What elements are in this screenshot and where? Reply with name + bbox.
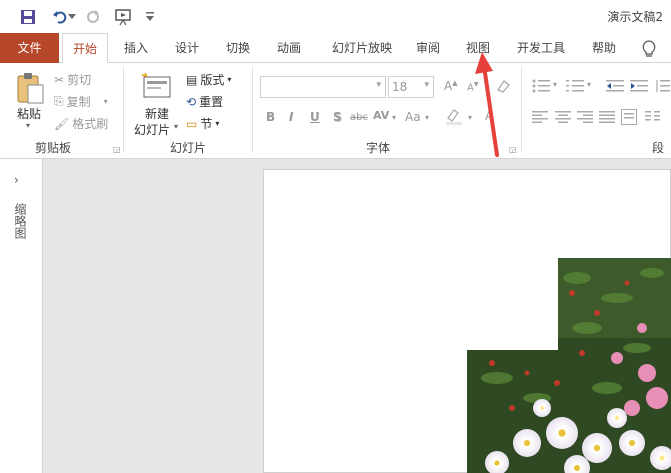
tab-slideshow[interactable]: 幻灯片放映	[322, 33, 402, 63]
bold-icon[interactable]: B	[266, 110, 275, 124]
distributed-icon[interactable]	[621, 109, 637, 128]
workspace: › 缩略图	[0, 159, 671, 473]
paste-button[interactable]: 粘贴	[17, 105, 41, 122]
slides-group-label: 幻灯片	[170, 141, 207, 155]
cut-button[interactable]: ✂ 剪切	[54, 71, 91, 88]
section-icon: ▭	[186, 116, 198, 131]
layout-button[interactable]: ▤ 版式 ▾	[186, 71, 231, 88]
reset-icon: ⟲	[186, 94, 197, 109]
tab-home[interactable]: 开始	[62, 33, 108, 64]
reset-button[interactable]: ⟲ 重置	[186, 93, 223, 110]
character-spacing-dropdown-icon[interactable]: ▾	[392, 113, 396, 122]
line-spacing-icon[interactable]	[656, 79, 670, 96]
group-divider	[123, 67, 124, 153]
align-right-icon[interactable]	[577, 111, 593, 126]
font-size-combo[interactable]: 18 ▾	[388, 76, 434, 98]
layout-dropdown-icon: ▾	[227, 75, 232, 84]
tab-insert[interactable]: 插入	[118, 33, 154, 63]
brush-icon: 🖌	[54, 116, 70, 131]
slide-canvas[interactable]	[263, 169, 671, 473]
save-icon[interactable]	[19, 8, 37, 26]
italic-icon[interactable]: I	[289, 110, 293, 124]
tab-animations[interactable]: 动画	[271, 33, 307, 63]
new-slide-icon[interactable]	[141, 71, 173, 104]
font-size-dropdown-icon[interactable]: ▾	[424, 80, 429, 90]
lightbulb-icon[interactable]	[640, 39, 658, 62]
font-name-dropdown-icon[interactable]: ▾	[376, 80, 381, 90]
justify-icon[interactable]	[599, 111, 615, 126]
tab-transitions[interactable]: 切换	[220, 33, 256, 63]
expand-thumbnails-icon[interactable]: ›	[14, 173, 19, 187]
bullets-icon[interactable]	[532, 79, 552, 96]
flower-photo[interactable]	[467, 258, 671, 473]
decrease-font-size-icon[interactable]: A▼	[467, 81, 478, 93]
increase-font-size-icon[interactable]: A▲	[444, 79, 458, 93]
paste-dropdown-icon[interactable]: ▾	[26, 121, 30, 130]
tab-help[interactable]: 帮助	[586, 33, 622, 63]
change-case-dropdown-icon[interactable]: ▾	[425, 113, 429, 122]
new-slide-label-line2[interactable]: 幻灯片	[134, 121, 170, 138]
document-title: 演示文稿2	[607, 10, 663, 24]
undo-dropdown-icon[interactable]	[67, 8, 77, 26]
ribbon: 粘贴 ▾ ✂ 剪切 ⎘ 复制 ▾ 🖌 格式刷 剪贴板 ◲ 新建 幻灯片 ▾ ▤ …	[0, 63, 671, 172]
new-slide-dropdown-icon[interactable]: ▾	[174, 122, 178, 131]
font-launcher-icon[interactable]: ◲	[509, 145, 517, 154]
decrease-indent-icon[interactable]	[606, 79, 624, 96]
copy-icon: ⎘	[54, 94, 64, 108]
strikethrough-icon[interactable]: abc	[350, 112, 368, 123]
font-name-combo[interactable]: ▾	[260, 76, 386, 98]
quick-access-toolbar: 演示文稿2	[0, 0, 671, 33]
group-divider	[252, 67, 253, 153]
section-dropdown-icon: ▾	[215, 119, 220, 128]
numbering-icon[interactable]	[566, 79, 586, 96]
text-shadow-icon[interactable]: S	[333, 110, 342, 124]
columns-icon[interactable]	[645, 109, 661, 128]
new-slide-label-line1[interactable]: 新建	[145, 105, 169, 122]
character-spacing-icon[interactable]: AV	[373, 109, 389, 122]
clipboard-launcher-icon[interactable]: ◲	[113, 145, 121, 154]
start-from-beginning-icon[interactable]	[113, 8, 135, 26]
clipboard-group-label: 剪贴板	[35, 141, 72, 155]
font-color-icon[interactable]: A	[485, 109, 493, 123]
thumbnail-pane: › 缩略图	[0, 159, 43, 473]
underline-icon[interactable]: U	[310, 110, 320, 124]
align-center-icon[interactable]	[555, 111, 571, 126]
increase-indent-icon[interactable]	[630, 79, 648, 96]
thumbnail-pane-label[interactable]: 缩略图	[12, 203, 27, 239]
highlight-dropdown-icon[interactable]: ▾	[468, 113, 472, 122]
copy-dropdown-icon[interactable]: ▾	[104, 97, 108, 106]
font-group-label: 字体	[366, 141, 391, 155]
tab-file[interactable]: 文件	[0, 33, 59, 63]
redo-icon[interactable]	[84, 8, 102, 26]
layout-icon: ▤	[186, 72, 198, 87]
tab-review[interactable]: 审阅	[410, 33, 446, 63]
scissors-icon: ✂	[54, 72, 65, 87]
tab-view[interactable]: 视图	[460, 33, 496, 63]
change-case-icon[interactable]: Aa	[405, 110, 421, 124]
section-button[interactable]: ▭ 节 ▾	[186, 115, 219, 132]
ribbon-tabs: 文件 开始 插入 设计 切换 动画 幻灯片放映 审阅 视图 开发工具 帮助	[0, 33, 671, 64]
bullets-dropdown-icon[interactable]: ▾	[553, 80, 557, 89]
group-divider	[521, 67, 522, 153]
format-painter-button[interactable]: 🖌 格式刷	[54, 115, 108, 132]
customize-qat-icon[interactable]	[144, 8, 156, 26]
numbering-dropdown-icon[interactable]: ▾	[587, 80, 591, 89]
paste-icon[interactable]	[15, 71, 45, 108]
highlight-color-icon[interactable]	[444, 108, 468, 129]
align-left-icon[interactable]	[532, 111, 548, 126]
tab-design[interactable]: 设计	[169, 33, 205, 63]
copy-button[interactable]: ⎘ 复制 ▾	[54, 93, 108, 110]
tab-developer[interactable]: 开发工具	[510, 33, 572, 63]
clear-formatting-icon[interactable]	[495, 78, 511, 97]
